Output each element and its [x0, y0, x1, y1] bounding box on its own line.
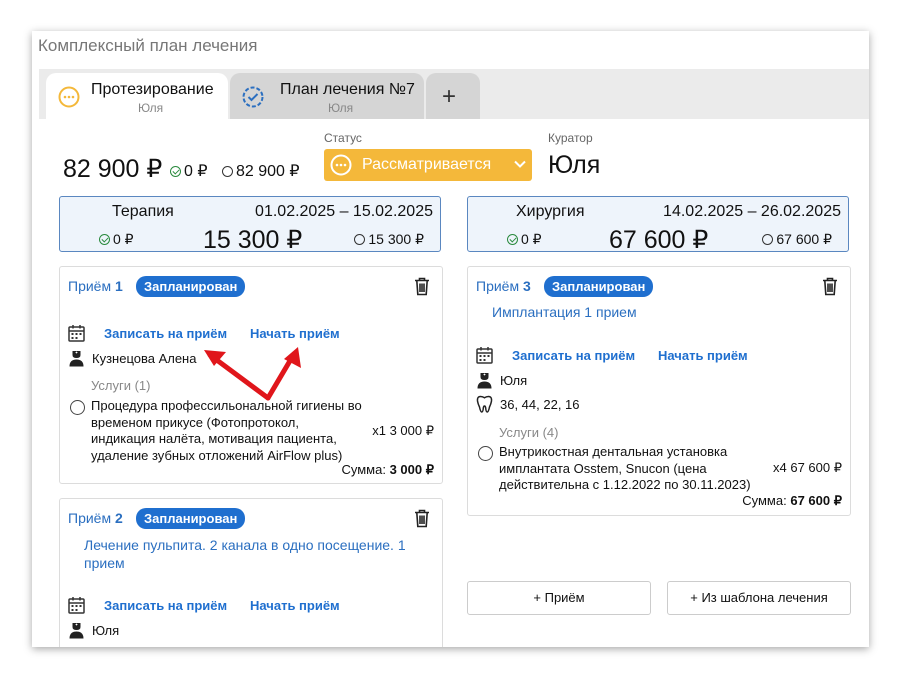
- tab-bar: Протезирование Юля План лечения №7 Юля +: [39, 69, 869, 119]
- phase-unpaid: 15 300 ₽: [354, 231, 424, 248]
- visit-doctor: Юля: [476, 371, 836, 391]
- trash-icon[interactable]: [414, 509, 430, 528]
- visit-doctor: Кузнецова Алена: [68, 349, 428, 369]
- window-title: Комплексный план лечения: [38, 36, 258, 55]
- status-badge: Запланирован: [136, 508, 246, 529]
- unpaid-circle-icon: [222, 166, 233, 177]
- phase-dates: 01.02.2025 – 15.02.2025: [255, 203, 433, 220]
- visit-card-3: Приём 3 Запланирован Имплантация 1 прием…: [467, 266, 851, 516]
- start-visit-link[interactable]: Начать приём: [250, 598, 340, 613]
- visit-doctor: Юля: [68, 621, 428, 641]
- plan-paid: 0 ₽: [170, 161, 208, 181]
- chevron-down-icon: [514, 160, 526, 168]
- calendar-icon: [68, 597, 85, 614]
- add-tab-button[interactable]: +: [426, 73, 480, 119]
- phase-unpaid: 67 600 ₽: [762, 231, 832, 248]
- visit-title[interactable]: Приём 1: [68, 278, 123, 294]
- service-name: Внутрикостная дентальная установка импла…: [499, 444, 751, 492]
- tab-subtitle: Юля: [328, 101, 354, 115]
- unpaid-circle-icon: [762, 234, 774, 245]
- phase-paid: 0 ₽: [507, 231, 542, 248]
- book-visit-link[interactable]: Записать на приём: [104, 326, 227, 341]
- status-dropdown[interactable]: Рассматривается: [324, 149, 532, 181]
- calendar-icon: [68, 325, 85, 342]
- visit-description: Лечение пульпита. 2 канала в одно посеще…: [84, 537, 406, 571]
- dashed-check-circle-icon: [242, 86, 264, 108]
- book-visit-link[interactable]: Записать на приём: [104, 598, 227, 613]
- visit-title[interactable]: Приём 3: [476, 278, 531, 294]
- status-value: Рассматривается: [362, 156, 492, 173]
- service-radio[interactable]: [70, 400, 85, 415]
- visit-teeth: 36, 44, 22, 16: [476, 395, 836, 415]
- plus-icon: +: [442, 83, 457, 110]
- plan-unpaid: 82 900 ₽: [222, 161, 300, 181]
- tab-plan-7[interactable]: План лечения №7 Юля: [230, 73, 424, 119]
- paid-check-icon: [507, 234, 518, 245]
- paid-check-icon: [99, 234, 110, 245]
- visit-title[interactable]: Приём 2: [68, 510, 123, 526]
- tab-prosthetics[interactable]: Протезирование Юля: [46, 73, 228, 119]
- tooth-icon: [476, 395, 493, 413]
- start-visit-link[interactable]: Начать приём: [250, 326, 340, 341]
- dots-circle-icon: [58, 86, 80, 108]
- plan-total: 82 900 ₽: [63, 155, 163, 183]
- dots-circle-icon: [330, 154, 352, 176]
- service-qty: x1 3 000 ₽: [372, 423, 434, 438]
- services-label: Услуги (4): [499, 425, 559, 440]
- trash-icon[interactable]: [822, 277, 838, 296]
- add-visit-button[interactable]: + Приём: [467, 581, 651, 615]
- add-from-template-button[interactable]: + Из шаблона лечения: [667, 581, 851, 615]
- doctor-icon: [477, 373, 492, 389]
- book-visit-link[interactable]: Записать на приём: [512, 348, 635, 363]
- phase-total: 15 300 ₽: [203, 226, 303, 254]
- calendar-icon: [476, 347, 493, 364]
- curator-name: Юля: [548, 151, 601, 179]
- services-label: Услуги (1): [91, 378, 151, 393]
- phase-name: Терапия: [112, 203, 174, 220]
- service-radio[interactable]: [478, 446, 493, 461]
- visit-card-2: Приём 2 Запланирован Лечение пульпита. 2…: [59, 498, 443, 647]
- treatment-plan-window: Комплексный план лечения Протезирование …: [32, 31, 869, 647]
- visit-actions: Записать на приём Начать приём: [68, 324, 428, 344]
- visit-actions: Записать на приём Начать приём: [68, 596, 428, 616]
- tab-title: Протезирование: [91, 81, 214, 98]
- phase-total: 67 600 ₽: [609, 226, 709, 254]
- paid-check-icon: [170, 166, 181, 177]
- visit-description: Имплантация 1 прием: [492, 304, 637, 320]
- service-name: Процедура профессильональной гигиены во …: [91, 398, 362, 463]
- tab-title: План лечения №7: [280, 81, 415, 98]
- tab-subtitle: Юля: [138, 101, 164, 115]
- doctor-icon: [69, 351, 84, 367]
- doctor-icon: [69, 623, 84, 639]
- status-badge: Запланирован: [544, 276, 654, 297]
- visit-sum: Сумма: 3 000 ₽: [341, 462, 434, 477]
- visit-actions: Записать на приём Начать приём: [476, 346, 836, 366]
- phase-surgery[interactable]: Хирургия 14.02.2025 – 26.02.2025 0 ₽ 67 …: [467, 196, 849, 254]
- plan-content: 82 900 ₽ 0 ₽ 82 900 ₽ Статус Рассматрива…: [39, 119, 869, 647]
- visit-sum: Сумма: 67 600 ₽: [742, 493, 842, 508]
- service-qty: x4 67 600 ₽: [773, 460, 842, 475]
- phase-paid: 0 ₽: [99, 231, 134, 248]
- start-visit-link[interactable]: Начать приём: [658, 348, 748, 363]
- visit-card-1: Приём 1 Запланирован Записать на приём Н…: [59, 266, 443, 484]
- curator-label: Куратор: [548, 131, 593, 145]
- status-label: Статус: [324, 131, 362, 145]
- trash-icon[interactable]: [414, 277, 430, 296]
- phase-name: Хирургия: [516, 203, 585, 220]
- phase-therapy[interactable]: Терапия 01.02.2025 – 15.02.2025 0 ₽ 15 3…: [59, 196, 441, 254]
- unpaid-circle-icon: [354, 234, 366, 245]
- status-badge: Запланирован: [136, 276, 246, 297]
- phase-dates: 14.02.2025 – 26.02.2025: [663, 203, 841, 220]
